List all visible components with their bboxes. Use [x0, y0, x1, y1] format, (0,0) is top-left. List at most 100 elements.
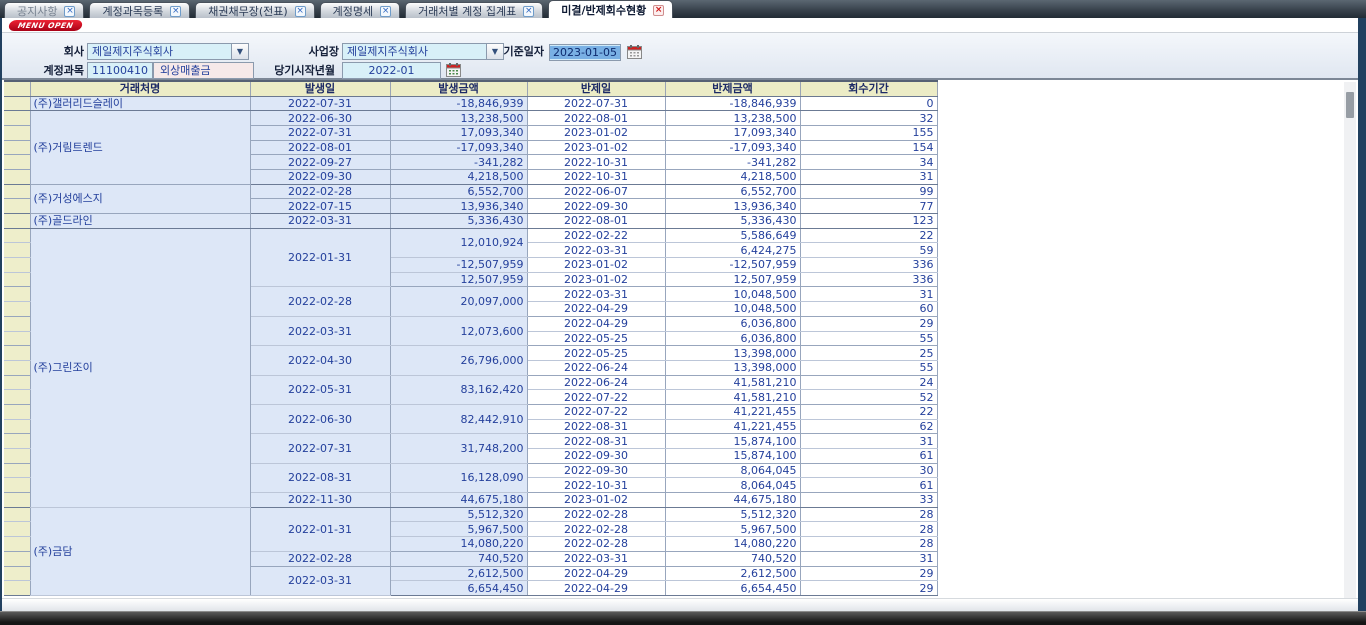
- cell-occur-amount[interactable]: 6,654,450: [390, 581, 527, 596]
- cell-collect-days[interactable]: 61: [800, 449, 937, 464]
- cell-customer-name[interactable]: (주)금담: [30, 507, 250, 595]
- tab-close-icon[interactable]: ×: [64, 6, 75, 17]
- row-selector[interactable]: [4, 169, 30, 184]
- header-occur-date[interactable]: 발생일: [250, 81, 390, 96]
- cell-customer-name[interactable]: (주)거성에스지: [30, 184, 250, 213]
- cell-occur-date[interactable]: 2022-03-31: [250, 566, 390, 595]
- cell-settle-amount[interactable]: 4,218,500: [665, 169, 800, 184]
- cell-occur-date[interactable]: 2022-06-30: [250, 404, 390, 433]
- horizontal-scrollbar[interactable]: [2, 598, 1358, 611]
- account-code-input[interactable]: 11100410: [87, 62, 153, 79]
- cell-settle-amount[interactable]: 13,398,000: [665, 360, 800, 375]
- cell-settle-date[interactable]: 2022-10-31: [527, 478, 665, 493]
- cell-occur-date[interactable]: 2022-09-27: [250, 155, 390, 170]
- row-selector[interactable]: [4, 551, 30, 566]
- cell-settle-date[interactable]: 2022-04-29: [527, 566, 665, 581]
- header-collect-days[interactable]: 회수기간: [800, 81, 937, 96]
- row-selector[interactable]: [4, 449, 30, 464]
- cell-collect-days[interactable]: 30: [800, 463, 937, 478]
- cell-occur-date[interactable]: 2022-06-30: [250, 111, 390, 126]
- account-name-field[interactable]: 외상매출금: [153, 62, 254, 79]
- cell-collect-days[interactable]: 25: [800, 346, 937, 361]
- cell-occur-amount[interactable]: 17,093,340: [390, 125, 527, 140]
- cell-collect-days[interactable]: 22: [800, 404, 937, 419]
- cell-collect-days[interactable]: 336: [800, 258, 937, 273]
- cell-settle-amount[interactable]: 14,080,220: [665, 537, 800, 552]
- cell-collect-days[interactable]: 55: [800, 331, 937, 346]
- cell-settle-amount[interactable]: -12,507,959: [665, 258, 800, 273]
- cell-collect-days[interactable]: 31: [800, 287, 937, 302]
- cell-occur-amount[interactable]: -341,282: [390, 155, 527, 170]
- cell-settle-date[interactable]: 2022-02-28: [527, 537, 665, 552]
- row-selector[interactable]: [4, 537, 30, 552]
- cell-collect-days[interactable]: 59: [800, 243, 937, 258]
- cell-settle-amount[interactable]: 41,221,455: [665, 404, 800, 419]
- cell-occur-amount[interactable]: 12,073,600: [390, 316, 527, 345]
- cell-occur-amount[interactable]: -17,093,340: [390, 140, 527, 155]
- cell-settle-date[interactable]: 2022-05-25: [527, 346, 665, 361]
- cell-settle-date[interactable]: 2022-06-24: [527, 360, 665, 375]
- cell-collect-days[interactable]: 31: [800, 169, 937, 184]
- cell-occur-amount[interactable]: 740,520: [390, 551, 527, 566]
- cell-settle-amount[interactable]: 6,654,450: [665, 581, 800, 596]
- cell-occur-date[interactable]: 2022-05-31: [250, 375, 390, 404]
- cell-occur-amount[interactable]: 44,675,180: [390, 493, 527, 508]
- tab-collection-status[interactable]: 미결/반제회수현황 ×: [548, 0, 673, 18]
- cell-settle-amount[interactable]: 5,512,320: [665, 507, 800, 522]
- row-selector[interactable]: [4, 478, 30, 493]
- cell-occur-amount[interactable]: 20,097,000: [390, 287, 527, 316]
- row-selector[interactable]: [4, 155, 30, 170]
- cell-settle-date[interactable]: 2022-04-29: [527, 316, 665, 331]
- row-selector[interactable]: [4, 96, 30, 111]
- vertical-scrollbar-thumb[interactable]: [1346, 92, 1354, 118]
- cell-settle-amount[interactable]: 6,424,275: [665, 243, 800, 258]
- cell-settle-amount[interactable]: 15,874,100: [665, 449, 800, 464]
- cell-collect-days[interactable]: 24: [800, 375, 937, 390]
- cell-settle-amount[interactable]: 5,586,649: [665, 228, 800, 243]
- cell-settle-amount[interactable]: 8,064,045: [665, 478, 800, 493]
- cell-settle-date[interactable]: 2022-03-31: [527, 551, 665, 566]
- tab-close-icon[interactable]: ×: [653, 5, 664, 16]
- base-date-input[interactable]: 2023-01-05: [549, 44, 621, 61]
- cell-occur-date[interactable]: 2022-07-31: [250, 96, 390, 111]
- cell-settle-date[interactable]: 2022-02-28: [527, 507, 665, 522]
- row-selector[interactable]: [4, 331, 30, 346]
- company-select[interactable]: 제일제지주식회사 ▼: [87, 43, 249, 60]
- tab-customer-summary[interactable]: 거래처별 계정 집계표 ×: [405, 2, 543, 18]
- cell-settle-date[interactable]: 2023-01-02: [527, 272, 665, 287]
- row-selector[interactable]: [4, 419, 30, 434]
- cell-settle-amount[interactable]: 15,874,100: [665, 434, 800, 449]
- cell-occur-amount[interactable]: 6,552,700: [390, 184, 527, 199]
- vertical-scrollbar[interactable]: [1344, 82, 1356, 598]
- cell-settle-date[interactable]: 2022-02-28: [527, 522, 665, 537]
- header-customer[interactable]: 거래처명: [30, 81, 250, 96]
- header-occur-amount[interactable]: 발생금액: [390, 81, 527, 96]
- cell-occur-date[interactable]: 2022-09-30: [250, 169, 390, 184]
- cell-occur-date[interactable]: 2022-07-31: [250, 434, 390, 463]
- cell-customer-name[interactable]: (주)골드라인: [30, 214, 250, 229]
- cell-collect-days[interactable]: 28: [800, 537, 937, 552]
- cell-collect-days[interactable]: 336: [800, 272, 937, 287]
- cell-occur-amount[interactable]: 12,507,959: [390, 272, 527, 287]
- cell-customer-name[interactable]: (주)그린조이: [30, 228, 250, 507]
- cell-collect-days[interactable]: 155: [800, 125, 937, 140]
- cell-occur-date[interactable]: 2022-03-31: [250, 214, 390, 229]
- cell-occur-amount[interactable]: 2,612,500: [390, 566, 527, 581]
- cell-collect-days[interactable]: 28: [800, 522, 937, 537]
- cell-settle-date[interactable]: 2022-06-07: [527, 184, 665, 199]
- cell-occur-amount[interactable]: 5,512,320: [390, 507, 527, 522]
- calendar-icon[interactable]: [627, 45, 642, 59]
- cell-occur-date[interactable]: 2022-07-31: [250, 125, 390, 140]
- row-selector[interactable]: [4, 184, 30, 199]
- header-settle-amount[interactable]: 반제금액: [665, 81, 800, 96]
- cell-collect-days[interactable]: 0: [800, 96, 937, 111]
- cell-occur-amount[interactable]: -18,846,939: [390, 96, 527, 111]
- cell-collect-days[interactable]: 55: [800, 360, 937, 375]
- row-selector[interactable]: [4, 434, 30, 449]
- cell-occur-amount[interactable]: 4,218,500: [390, 169, 527, 184]
- cell-collect-days[interactable]: 52: [800, 390, 937, 405]
- cell-settle-amount[interactable]: 13,398,000: [665, 346, 800, 361]
- row-selector[interactable]: [4, 140, 30, 155]
- cell-settle-amount[interactable]: 41,581,210: [665, 390, 800, 405]
- row-selector[interactable]: [4, 243, 30, 258]
